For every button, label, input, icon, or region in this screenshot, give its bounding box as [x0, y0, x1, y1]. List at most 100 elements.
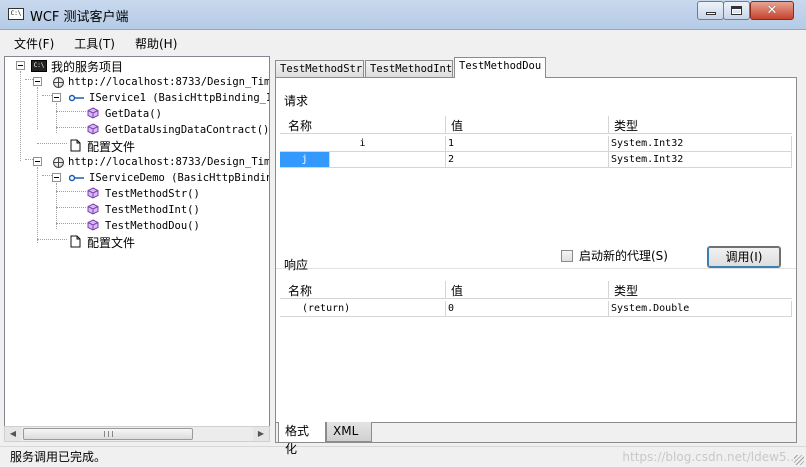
method-name: GetDataUsingDataContract(): [105, 124, 270, 136]
param-type: System.Int32: [609, 152, 792, 168]
file-icon: [69, 235, 83, 249]
service-tree[interactable]: C:\ 我的服务项目 http://localhost:8733/Design_…: [4, 56, 270, 442]
collapse-icon[interactable]: [33, 77, 42, 86]
menu-file[interactable]: 文件(F): [14, 35, 54, 52]
column-header-value: 值: [451, 284, 464, 298]
tree-line: [56, 207, 86, 208]
menu-help[interactable]: 帮助(H): [135, 35, 177, 52]
param-name-spacer: [330, 152, 446, 168]
invoke-button[interactable]: 调用(I): [707, 246, 781, 268]
computer-icon: C:\: [31, 60, 47, 72]
param-value[interactable]: 1: [446, 136, 609, 152]
tree-horizontal-scrollbar[interactable]: ◀ ▶: [4, 426, 270, 442]
status-bar: 服务调用已完成。 https://blog.csdn.net/ldew5...: [0, 446, 806, 467]
tree-root[interactable]: C:\ 我的服务项目: [31, 58, 123, 74]
param-name: i: [280, 136, 446, 152]
tree-method[interactable]: GetData(): [87, 106, 162, 122]
menu-tools[interactable]: 工具(T): [74, 35, 115, 52]
column-separator: [608, 116, 609, 134]
endpoint-address: http://localhost:8733/Design_Time: [68, 76, 270, 88]
globe-icon: [53, 76, 64, 88]
request-grid-header: 名称 值 类型: [280, 116, 792, 134]
contract-name: IServiceDemo (BasicHttpBinding: [89, 172, 270, 184]
method-cube-icon: [87, 219, 101, 233]
tree-endpoint-2[interactable]: http://localhost:8733/Design_Time: [53, 154, 270, 170]
table-row[interactable]: i 1 System.Int32: [280, 136, 792, 152]
return-value: 0: [446, 301, 609, 317]
tab-testmethodint[interactable]: TestMethodInt: [365, 60, 453, 78]
tree-method[interactable]: TestMethodStr(): [87, 186, 200, 202]
tab-testmethoddou[interactable]: TestMethodDou: [454, 57, 546, 78]
view-mode-tabs: 格式化 XML: [276, 422, 796, 456]
grip-icon: [103, 431, 113, 437]
method-name: TestMethodDou(): [105, 220, 200, 232]
config-label: 配置文件: [87, 235, 136, 250]
param-type: System.Int32: [609, 136, 792, 152]
menu-bar: 文件(F) 工具(T) 帮助(H): [0, 30, 806, 56]
scrollbar-thumb[interactable]: [23, 428, 193, 440]
minimize-button[interactable]: [697, 1, 724, 20]
tab-testmethodstr[interactable]: TestMethodStr: [275, 60, 364, 78]
tree-line: [37, 239, 67, 240]
endpoint-address: http://localhost:8733/Design_Time: [68, 156, 270, 168]
config-label: 配置文件: [87, 139, 136, 154]
contract-name: IService1 (BasicHttpBinding_IS: [89, 92, 270, 104]
collapse-icon[interactable]: [33, 157, 42, 166]
response-grid-header: 名称 值 类型: [280, 281, 792, 299]
method-name: TestMethodStr(): [105, 188, 200, 200]
request-label: 请求: [284, 94, 309, 108]
tree-line: [20, 71, 21, 161]
new-proxy-label: 启动新的代理(S): [579, 249, 668, 263]
scroll-right-icon[interactable]: ▶: [253, 427, 269, 441]
tree-contract-1[interactable]: IService1 (BasicHttpBinding_IS: [68, 90, 270, 106]
collapse-icon[interactable]: [52, 173, 61, 182]
minimize-icon: [705, 12, 716, 15]
resize-grip-icon[interactable]: [794, 455, 804, 465]
response-grid[interactable]: 名称 值 类型 (return) 0 System.Double: [280, 281, 792, 401]
method-cube-icon: [87, 187, 101, 201]
tree-method[interactable]: TestMethodInt(): [87, 202, 200, 218]
maximize-button[interactable]: [723, 1, 750, 20]
tree-line: [56, 127, 86, 128]
new-proxy-option[interactable]: 启动新的代理(S): [561, 247, 668, 264]
watermark-text: https://blog.csdn.net/ldew5...: [622, 450, 798, 464]
column-separator: [608, 281, 609, 299]
title-bar: C:\ WCF 测试客户端 ✕: [0, 0, 806, 30]
new-proxy-checkbox[interactable]: [561, 249, 573, 262]
tree-line: [56, 103, 57, 133]
tab-formatted[interactable]: 格式化: [278, 422, 326, 456]
tree-method[interactable]: TestMethodDou(): [87, 218, 200, 234]
method-detail-panel: 请求 名称 值 类型 i 1 System.Int32 j 2 System.I…: [275, 77, 797, 456]
tree-line: [56, 191, 86, 192]
tree-line: [56, 223, 86, 224]
close-button[interactable]: ✕: [750, 1, 794, 20]
method-cube-icon: [87, 107, 101, 121]
tree-line: [37, 87, 38, 129]
tree-endpoint-1[interactable]: http://localhost:8733/Design_Time: [53, 74, 270, 90]
interface-icon: [68, 93, 85, 103]
tree-config-file[interactable]: 配置文件: [69, 234, 135, 250]
response-label: 响应: [284, 258, 309, 272]
tree-method[interactable]: GetDataUsingDataContract(): [87, 122, 269, 138]
param-value[interactable]: 2: [446, 152, 609, 168]
status-text: 服务调用已完成。: [10, 450, 107, 464]
request-grid[interactable]: 名称 值 类型 i 1 System.Int32 j 2 System.Int3…: [280, 116, 792, 236]
method-name: TestMethodInt(): [105, 204, 200, 216]
tree-line: [37, 167, 38, 243]
column-header-type: 类型: [614, 119, 639, 133]
globe-icon: [53, 156, 64, 168]
table-row[interactable]: j 2 System.Int32: [280, 152, 792, 168]
tab-xml[interactable]: XML: [326, 422, 372, 442]
column-header-value: 值: [451, 119, 464, 133]
collapse-icon[interactable]: [16, 61, 25, 70]
table-row[interactable]: (return) 0 System.Double: [280, 301, 792, 317]
collapse-icon[interactable]: [52, 93, 61, 102]
tree-contract-2[interactable]: IServiceDemo (BasicHttpBinding: [68, 170, 270, 186]
column-separator: [445, 281, 446, 299]
tree-config-file[interactable]: 配置文件: [69, 138, 135, 154]
param-name: j: [280, 152, 330, 168]
column-separator: [445, 116, 446, 134]
column-header-name: 名称: [288, 284, 313, 298]
tree-line: [37, 143, 67, 144]
scroll-left-icon[interactable]: ◀: [5, 427, 21, 441]
